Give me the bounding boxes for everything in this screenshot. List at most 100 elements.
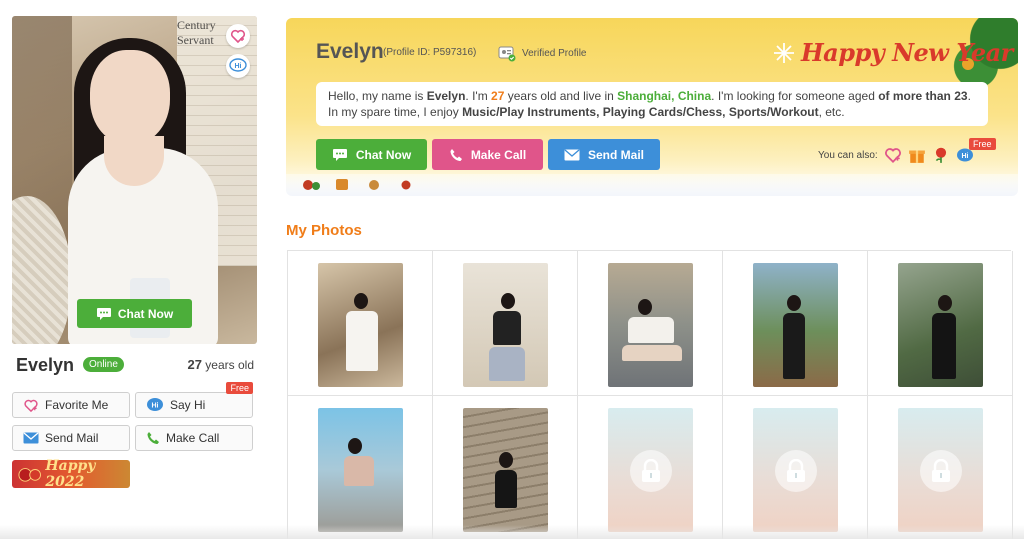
locked-photo-thumbnail[interactable] <box>898 408 983 532</box>
svg-text:Hi: Hi <box>962 153 969 160</box>
envelope-icon <box>564 149 580 160</box>
chat-bubble-icon <box>96 308 111 320</box>
make-call-button[interactable]: Make Call <box>135 425 253 451</box>
locked-photo-thumbnail[interactable] <box>608 408 693 532</box>
favorite-me-label: Favorite Me <box>45 398 109 412</box>
intro-city: Shanghai <box>617 89 672 103</box>
profile-id: (Profile ID: P597316) <box>383 47 477 58</box>
rose-icon[interactable] <box>932 146 950 164</box>
heart-plus-icon <box>24 399 38 412</box>
lock-icon-wrap <box>775 450 817 492</box>
photo-thumbnail[interactable] <box>318 408 403 532</box>
you-can-also-label: You can also: <box>818 150 878 161</box>
photo-figure <box>499 452 513 468</box>
main-profile-photo[interactable]: Century Servant Hi Chat Now <box>12 16 257 344</box>
phone-icon <box>147 432 159 444</box>
intro-country: China <box>677 89 712 103</box>
photo-cell[interactable] <box>288 396 433 539</box>
photo-grid <box>287 250 1013 539</box>
say-hi-button[interactable]: Hi Say Hi Free <box>135 382 253 418</box>
happy-new-year-banner: Happy New Year <box>773 38 1013 67</box>
photo-face <box>90 50 170 145</box>
photo-figure <box>489 347 525 381</box>
lock-icon <box>932 459 950 482</box>
intro-text: Hello, my name is <box>328 89 427 103</box>
photo-figure <box>348 438 362 454</box>
photo-figure <box>783 313 805 379</box>
photo-figure <box>628 317 674 343</box>
profile-name: Evelyn <box>16 355 75 375</box>
intro-text: . I'm <box>465 89 492 103</box>
photo-cell[interactable] <box>868 396 1013 539</box>
header-send-mail-button[interactable]: Send Mail <box>548 139 660 170</box>
photo-thumbnail[interactable] <box>463 408 548 532</box>
photo-figure <box>622 345 682 361</box>
favorite-me-button[interactable]: Favorite Me <box>12 392 130 418</box>
photo-cell[interactable] <box>868 251 1013 396</box>
festive-cookies-decoration <box>303 179 411 190</box>
photo-thumbnail[interactable] <box>318 263 403 387</box>
photo-figure <box>493 311 521 345</box>
make-call-label: Make Call <box>166 431 220 445</box>
photo-cell[interactable] <box>578 251 723 396</box>
intro-age: 27 <box>491 89 505 103</box>
photo-figure <box>346 311 378 371</box>
verified-profile: Verified Profile <box>498 44 586 62</box>
profile-name-row: Evelyn Online 27 years old <box>16 355 256 377</box>
photo-thumbnail[interactable] <box>608 263 693 387</box>
photo-cell[interactable] <box>433 396 578 539</box>
svg-text:Hi: Hi <box>235 63 242 70</box>
verified-id-icon <box>498 46 516 62</box>
photo-chat-now-button[interactable]: Chat Now <box>77 299 192 328</box>
profile-header-banner: Evelyn (Profile ID: P597316) Verified Pr… <box>286 18 1018 196</box>
photo-thumbnail[interactable] <box>463 263 548 387</box>
intro-age-range: of more than 23 <box>878 89 968 103</box>
photo-cell[interactable] <box>433 251 578 396</box>
lock-icon <box>642 459 660 482</box>
free-tag: Free <box>226 382 253 394</box>
favorite-heart-icon[interactable] <box>226 24 250 48</box>
snowflake-icon <box>774 42 794 63</box>
lock-icon <box>787 459 805 482</box>
photo-figure <box>638 299 652 315</box>
svg-text:Hi: Hi <box>152 403 159 410</box>
photo-figure <box>501 293 515 309</box>
photo-cell[interactable] <box>288 251 433 396</box>
envelope-icon <box>23 432 39 444</box>
intro-hobbies: Music/Play Instruments, Playing Cards/Ch… <box>462 105 819 119</box>
header-make-call-label: Make Call <box>470 147 527 162</box>
send-mail-button[interactable]: Send Mail <box>12 425 130 451</box>
photo-figure <box>495 470 517 508</box>
photo-thumbnail[interactable] <box>898 263 983 387</box>
header-profile-name: Evelyn <box>316 40 384 63</box>
favorite-heart-icon[interactable] <box>884 146 902 164</box>
header-send-mail-label: Send Mail <box>587 147 644 162</box>
age-suffix: years old <box>201 358 254 372</box>
gift-icon[interactable] <box>908 146 926 164</box>
chat-bubble-icon <box>332 149 347 161</box>
photo-cell[interactable] <box>578 396 723 539</box>
my-photos-title: My Photos <box>286 222 362 239</box>
photo-cell[interactable] <box>723 396 868 539</box>
locked-photo-thumbnail[interactable] <box>753 408 838 532</box>
photo-figure <box>354 293 368 309</box>
photo-figure <box>932 313 956 379</box>
happy-badge-label: Happy 2022 <box>45 458 96 490</box>
intro-name: Evelyn <box>426 89 466 103</box>
hi-free-tag: Free <box>969 138 996 150</box>
intro-text: , <box>671 89 678 103</box>
photo-figure <box>344 456 374 486</box>
verified-label: Verified Profile <box>522 47 587 59</box>
intro-text: years old and live in <box>504 89 618 103</box>
happy-2022-badge: Happy 2022 <box>12 458 130 490</box>
happy-new-year-text: Happy New Year <box>801 38 1013 67</box>
header-make-call-button[interactable]: Make Call <box>432 139 543 170</box>
intro-text: . I'm looking for someone aged <box>711 89 879 103</box>
photo-chat-now-label: Chat Now <box>117 306 174 321</box>
lock-icon-wrap <box>920 450 962 492</box>
say-hi-bubble-icon[interactable]: Hi <box>226 54 250 78</box>
header-chat-now-button[interactable]: Chat Now <box>316 139 427 170</box>
photo-thumbnail[interactable] <box>753 263 838 387</box>
profile-age: 27 years old <box>188 357 255 372</box>
photo-cell[interactable] <box>723 251 868 396</box>
